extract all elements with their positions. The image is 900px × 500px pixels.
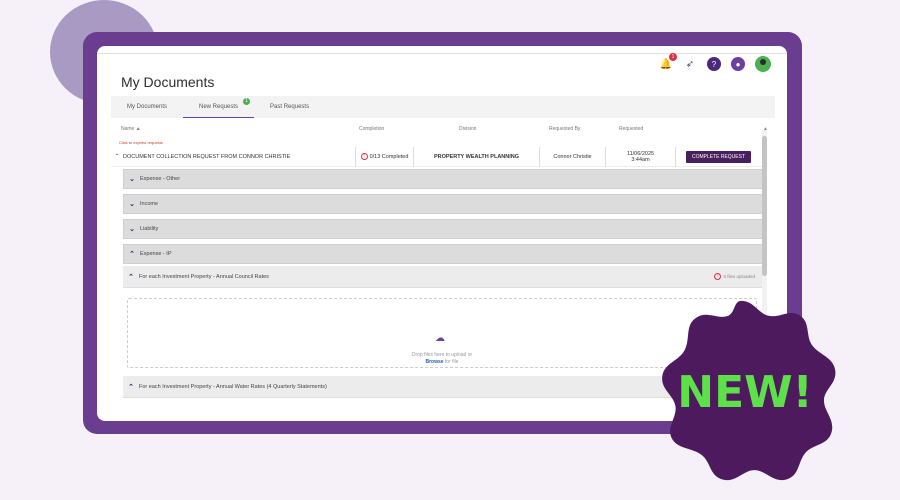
notification-count-badge: 1 (669, 53, 677, 61)
chevron-up-icon: ⌃ (128, 273, 134, 281)
tab-new-requests-label: New Requests (199, 104, 239, 110)
complete-request-button[interactable]: COMPLETE REQUEST (685, 150, 752, 163)
help-icon[interactable]: ? (707, 57, 721, 71)
section-label: Income (140, 201, 159, 207)
section-expense-other[interactable]: ⌄ Expense - Other (123, 169, 763, 189)
completion-text: 0/13 Completed (369, 153, 409, 160)
section-label: Expense - Other (140, 176, 181, 182)
section-label: Liability (140, 226, 159, 232)
notification-bell-icon[interactable]: 🔔 1 (659, 53, 677, 71)
section-liability[interactable]: ⌄ Liability (123, 219, 763, 239)
subsection-label: For each Investment Property - Annual Co… (139, 273, 269, 280)
badge-text: NEW! (677, 367, 812, 418)
files-status: ! 0 files uploaded (714, 273, 755, 280)
request-title: DOCUMENT COLLECTION REQUEST FROM CONNOR … (123, 153, 291, 160)
new-requests-badge: 1 (243, 98, 251, 105)
chevron-down-icon: ⌄ (129, 201, 135, 208)
cloud-upload-icon: ☁ (435, 333, 445, 344)
settings-icon[interactable]: ● (731, 57, 745, 71)
page-title: My Documents (121, 74, 215, 90)
top-bar (97, 46, 787, 54)
chevron-up-icon: ⌃ (128, 383, 134, 391)
column-requested-by-header: Requested By (549, 126, 581, 132)
browse-suffix: for file (443, 359, 459, 365)
browse-link[interactable]: Browse (425, 359, 443, 365)
column-name-header[interactable]: Name ▲ (121, 126, 141, 132)
division-cell: PROPERTY WEALTH PLANNING (413, 146, 539, 167)
section-income[interactable]: ⌄ Income (123, 194, 763, 214)
subsection-council-rates[interactable]: ⌃ For each Investment Property - Annual … (123, 266, 763, 288)
completion-cell: ! 0/13 Completed (355, 146, 413, 167)
scrollbar-thumb[interactable] (762, 136, 767, 276)
warning-icon: ! (360, 153, 368, 160)
tab-past-requests[interactable]: Past Requests (254, 96, 325, 118)
chevron-down-icon: ⌄ (129, 176, 135, 183)
requested-cell: 11/06/2025 3:44am (605, 146, 675, 167)
column-division-header: Division (459, 126, 477, 132)
warning-icon: ! (714, 273, 722, 280)
column-completion-header: Completion (359, 126, 385, 132)
user-avatar[interactable] (755, 56, 771, 72)
column-requested-header: Requested (619, 126, 644, 132)
new-badge: NEW! (662, 300, 836, 481)
section-expense-ip[interactable]: ⌃ Expense - IP (123, 244, 763, 264)
chevron-down-icon: ⌄ (129, 226, 135, 233)
tabs-bar: My Documents New Requests 1 Past Request… (111, 96, 775, 118)
files-uploaded-text: 0 files uploaded (723, 274, 755, 279)
action-cell: COMPLETE REQUEST (675, 146, 761, 167)
expired-requests-link[interactable]: Click to expired requests (119, 140, 163, 145)
table-header: Name ▲ Completion Division Requested By … (121, 126, 763, 136)
subsection-label: For each Investment Property - Annual Wa… (139, 383, 327, 390)
header-icons: 🔔 1 ➶ ? ● (659, 53, 771, 72)
section-label: Expense - IP (140, 251, 172, 257)
tab-my-documents[interactable]: My Documents (111, 96, 183, 118)
tab-new-requests[interactable]: New Requests 1 (183, 96, 255, 118)
collapse-chevron-icon[interactable]: ⌃ (111, 153, 123, 160)
rocket-icon[interactable]: ➶ (683, 57, 697, 71)
requested-by-cell: Connor Christie (539, 146, 605, 167)
requested-time: 3:44am (631, 156, 650, 163)
request-row[interactable]: ⌃ DOCUMENT COLLECTION REQUEST FROM CONNO… (111, 146, 767, 167)
chevron-up-icon: ⌃ (129, 251, 135, 258)
